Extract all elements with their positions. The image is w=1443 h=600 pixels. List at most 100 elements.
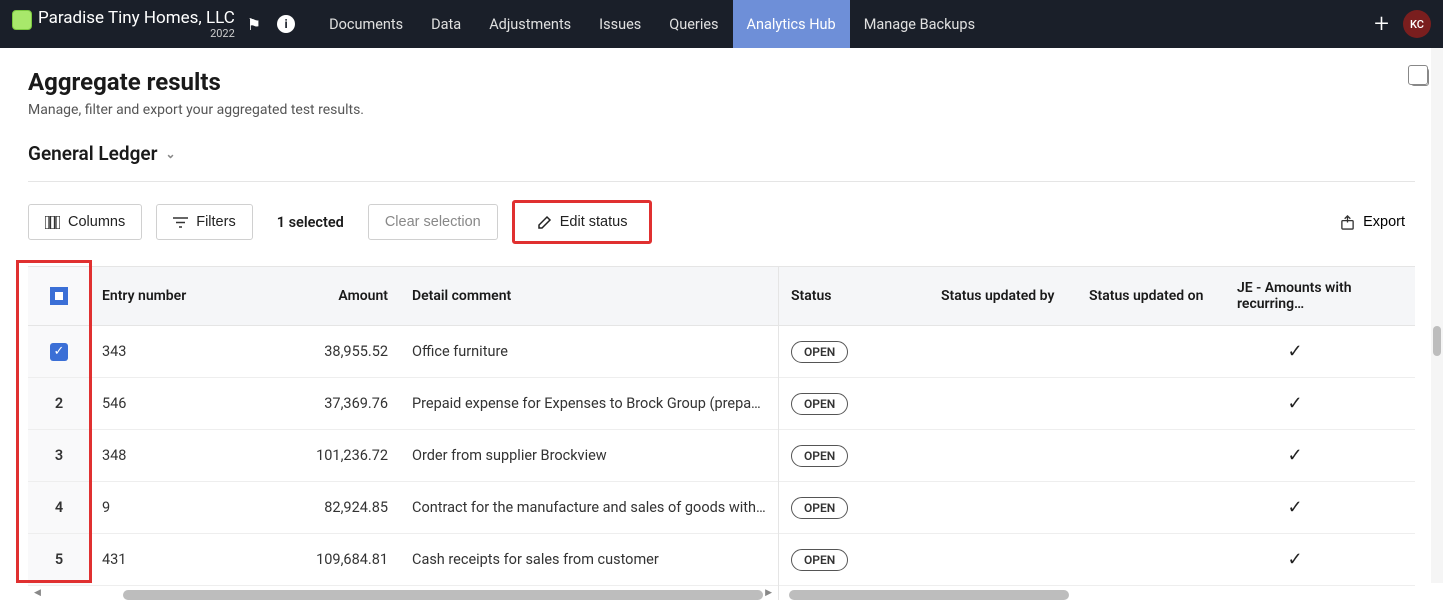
amount-cell: 37,369.76: [238, 387, 400, 420]
select-all-header[interactable]: [28, 267, 90, 325]
detail-cell: Contract for the manufacture and sales o…: [400, 491, 778, 524]
status-badge[interactable]: OPEN: [791, 497, 848, 519]
check-icon: ✓: [1287, 341, 1302, 362]
scroll-left-icon[interactable]: ◀: [34, 588, 41, 598]
selected-count: 1 selected: [267, 205, 354, 240]
updated-by-cell: [929, 344, 1077, 360]
table-row[interactable]: 3 348101,236.72Order from supplier Brockv…: [28, 430, 778, 482]
nav-tab-documents[interactable]: Documents: [315, 0, 417, 48]
row-index-cell[interactable]: 2: [28, 378, 90, 429]
check-icon: ✓: [1287, 393, 1302, 414]
table-row[interactable]: ✓34338,955.52Office furniture: [28, 326, 778, 378]
je-header[interactable]: JE - Amounts with recurring…: [1225, 272, 1365, 320]
right-horizontal-scrollbar[interactable]: [789, 590, 1069, 600]
je-cell: ✓: [1225, 333, 1365, 370]
status-header[interactable]: Status: [779, 280, 929, 312]
nav-tab-analytics-hub[interactable]: Analytics Hub: [733, 0, 850, 48]
table-row[interactable]: OPEN ✓: [779, 482, 1415, 534]
export-button[interactable]: Export: [1330, 205, 1415, 239]
row-index-cell[interactable]: 5: [28, 534, 90, 585]
vertical-scrollbar-track[interactable]: [1431, 48, 1443, 583]
columns-button[interactable]: Columns: [28, 204, 142, 240]
flag-icon[interactable]: ⚑: [247, 15, 261, 34]
section-label: General Ledger: [28, 142, 157, 165]
row-checkbox-checked-icon[interactable]: ✓: [50, 343, 68, 361]
je-cell: ✓: [1225, 541, 1365, 578]
clear-selection-button[interactable]: Clear selection: [368, 204, 498, 240]
status-badge[interactable]: OPEN: [791, 393, 848, 415]
row-number[interactable]: 4: [55, 499, 63, 516]
row-number[interactable]: 3: [55, 447, 63, 464]
left-horizontal-scrollbar[interactable]: [123, 590, 763, 600]
row-index-cell[interactable]: 4: [28, 482, 90, 533]
status-badge[interactable]: OPEN: [791, 445, 848, 467]
updated-by-header[interactable]: Status updated by: [929, 280, 1077, 312]
status-cell: OPEN: [779, 437, 929, 475]
detail-cell: Office furniture: [400, 335, 778, 368]
amount-header[interactable]: Amount: [238, 280, 400, 312]
amount-cell: 109,684.81: [238, 543, 400, 576]
chevron-down-icon: ⌄: [165, 147, 175, 161]
detail-cell: Order from supplier Brockview: [400, 439, 778, 472]
je-cell: ✓: [1225, 437, 1365, 474]
nav-tab-data[interactable]: Data: [417, 0, 475, 48]
table-row[interactable]: 4982,924.85Contract for the manufacture …: [28, 482, 778, 534]
nav-tab-issues[interactable]: Issues: [585, 0, 655, 48]
status-badge[interactable]: OPEN: [791, 549, 848, 571]
check-icon: ✓: [1287, 497, 1302, 518]
entry-cell: 431: [90, 543, 238, 576]
updated-on-cell: [1077, 396, 1225, 412]
table-row[interactable]: OPEN ✓: [779, 534, 1415, 586]
brand[interactable]: Paradise Tiny Homes, LLC 2022: [12, 8, 235, 40]
table-row[interactable]: OPEN ✓: [779, 326, 1415, 378]
je-cell: ✓: [1225, 489, 1365, 526]
updated-on-header[interactable]: Status updated on: [1077, 280, 1225, 312]
add-icon[interactable]: +: [1374, 9, 1389, 39]
page-title: Aggregate results: [28, 68, 1415, 96]
entry-header[interactable]: Entry number: [90, 280, 238, 312]
vertical-scrollbar-thumb[interactable]: [1433, 326, 1441, 356]
scroll-right-icon[interactable]: ▶: [765, 588, 772, 598]
updated-on-cell: [1077, 552, 1225, 568]
table-row[interactable]: 254637,369.76Prepaid expense for Expense…: [28, 378, 778, 430]
table-row[interactable]: OPEN ✓: [779, 430, 1415, 482]
info-icon[interactable]: i: [277, 15, 295, 33]
status-cell: OPEN: [779, 385, 929, 423]
table-row[interactable]: 5431109,684.81Cash receipts for sales fr…: [28, 534, 778, 586]
updated-on-cell: [1077, 344, 1225, 360]
detail-header[interactable]: Detail comment: [400, 280, 778, 312]
toolbar: Columns Filters 1 selected Clear selecti…: [28, 200, 1415, 244]
row-number[interactable]: 5: [55, 551, 63, 568]
nav-tab-adjustments[interactable]: Adjustments: [475, 0, 585, 48]
nav-tabs: DocumentsDataAdjustmentsIssuesQueriesAna…: [315, 0, 989, 48]
updated-on-cell: [1077, 500, 1225, 516]
check-icon: ✓: [1287, 549, 1302, 570]
edit-status-button[interactable]: Edit status: [512, 200, 653, 244]
user-avatar[interactable]: KC: [1403, 10, 1431, 38]
filters-button[interactable]: Filters: [156, 204, 252, 240]
section-selector[interactable]: General Ledger ⌄: [28, 142, 1415, 165]
nav-tab-manage-backups[interactable]: Manage Backups: [850, 0, 989, 48]
amount-cell: 82,924.85: [238, 491, 400, 524]
status-cell: OPEN: [779, 541, 929, 579]
entry-cell: 348: [90, 439, 238, 472]
status-cell: OPEN: [779, 489, 929, 527]
row-index-cell[interactable]: 3: [28, 430, 90, 481]
updated-by-cell: [929, 500, 1077, 516]
copy-icon[interactable]: [1411, 68, 1429, 86]
entry-cell: 546: [90, 387, 238, 420]
amount-cell: 101,236.72: [238, 439, 400, 472]
divider: [28, 181, 1415, 182]
row-number[interactable]: 2: [55, 395, 63, 412]
updated-by-cell: [929, 448, 1077, 464]
nav-tab-queries[interactable]: Queries: [655, 0, 732, 48]
row-index-cell[interactable]: ✓: [28, 326, 90, 377]
status-badge[interactable]: OPEN: [791, 341, 848, 363]
updated-on-cell: [1077, 448, 1225, 464]
columns-icon: [45, 216, 60, 229]
table-row[interactable]: OPEN ✓: [779, 378, 1415, 430]
filter-icon: [173, 216, 188, 229]
brand-icon: [12, 10, 32, 30]
brand-name: Paradise Tiny Homes, LLC: [38, 8, 235, 28]
check-icon: ✓: [1287, 445, 1302, 466]
